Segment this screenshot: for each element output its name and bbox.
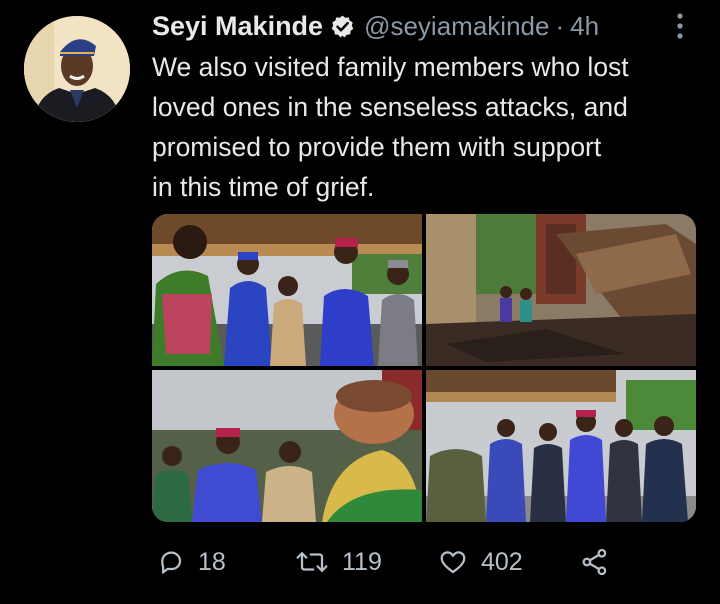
like-count: 402 <box>481 547 523 576</box>
separator-dot: · <box>555 10 565 41</box>
author-handle[interactable]: @seyiamakinde <box>364 11 549 42</box>
photo-3-image <box>152 370 422 522</box>
share-icon <box>582 548 607 576</box>
tweet-text-line: We also visited family members who lost <box>152 52 629 82</box>
avatar-image <box>24 16 130 122</box>
share-button[interactable] <box>580 538 610 586</box>
reply-icon <box>161 551 182 574</box>
retweet-count: 119 <box>342 547 382 576</box>
retweet-button[interactable]: 119 <box>294 538 382 586</box>
photo-2[interactable] <box>426 214 696 366</box>
tweet-actions: 18 119 402 <box>152 538 622 586</box>
photo-4[interactable] <box>426 370 696 522</box>
photo-4-image <box>426 370 696 522</box>
photo-1-image <box>152 214 422 366</box>
avatar[interactable] <box>24 16 130 122</box>
photo-1[interactable] <box>152 214 422 366</box>
tweet-text-line: loved ones in the senseless attacks, and <box>152 92 628 122</box>
photo-3[interactable] <box>152 370 422 522</box>
more-vertical-icon <box>677 13 683 39</box>
retweet-icon <box>296 552 328 572</box>
tweet-text-line: promised to provide them with support <box>152 132 602 162</box>
more-options-button[interactable] <box>668 12 692 42</box>
tweet-text-line: in this time of grief. <box>152 172 375 202</box>
reply-button[interactable]: 18 <box>156 538 226 586</box>
verified-badge-icon <box>331 15 354 38</box>
photo-grid <box>152 214 696 522</box>
tweet-header: Seyi Makinde @seyiamakinde · 4h <box>152 8 599 44</box>
timestamp[interactable]: 4h <box>570 11 599 42</box>
photo-2-image <box>426 214 696 366</box>
tweet-text: We also visited family members who lost … <box>152 47 700 207</box>
author-name[interactable]: Seyi Makinde <box>152 11 323 42</box>
heart-icon <box>440 551 466 574</box>
like-button[interactable]: 402 <box>437 538 523 586</box>
reply-count: 18 <box>198 547 226 576</box>
